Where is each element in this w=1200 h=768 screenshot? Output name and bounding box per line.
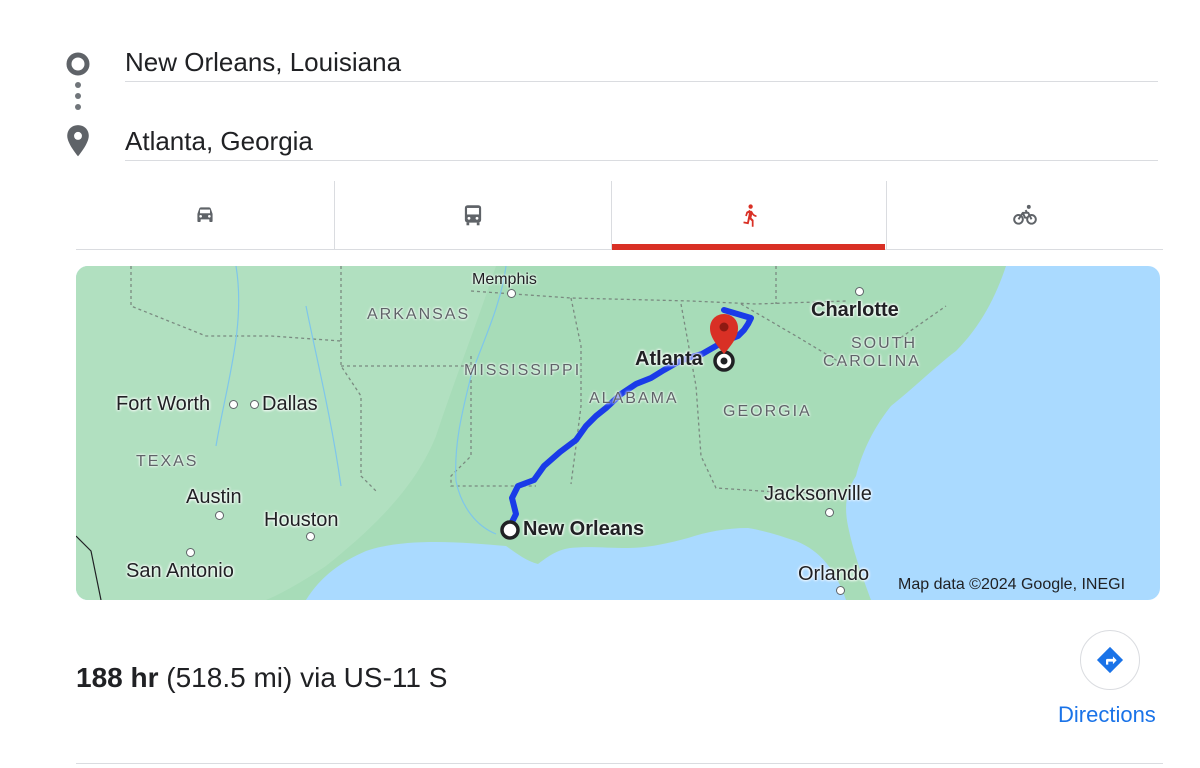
tab-transit[interactable] (333, 181, 611, 249)
map-label-atlanta: Atlanta (635, 348, 703, 370)
map-base (76, 266, 1006, 600)
map-label-arkansas: ARKANSAS (367, 306, 471, 323)
map-label-houston: Houston (264, 509, 339, 531)
map-attribution: Map data ©2024 Google, INEGI (898, 576, 1126, 593)
origin-input[interactable]: New Orleans, Louisiana (125, 43, 1158, 82)
map-label-orlando: Orlando (798, 563, 870, 585)
map-label-mississippi: MISSISSIPPI (464, 362, 582, 379)
turn-right-arrow-icon (1096, 646, 1124, 674)
bike-icon (1013, 204, 1037, 225)
map-label-jacksonville: Jacksonville (764, 483, 872, 505)
route-map[interactable]: Memphis Charlotte ARKANSAS SOUTH CAROLIN… (76, 266, 1160, 600)
travel-mode-tabs (76, 181, 1163, 250)
bus-icon (464, 205, 481, 226)
map-label-new-orleans: New Orleans (523, 518, 645, 540)
origin-circle-icon (66, 52, 90, 76)
route-details: (518.5 mi) via US-11 S (166, 662, 448, 693)
destination-pin-icon (67, 125, 89, 157)
directions-button[interactable] (1080, 630, 1140, 690)
map-label-san-antonio: San Antonio (126, 560, 234, 582)
map-label-fort-worth: Fort Worth (116, 393, 211, 415)
destination-input[interactable]: Atlanta, Georgia (125, 122, 1158, 161)
map-label-charlotte: Charlotte (811, 299, 899, 321)
car-icon (197, 207, 213, 223)
map-label-south: SOUTH (851, 335, 917, 352)
tab-walking[interactable] (610, 181, 887, 250)
map-label-austin: Austin (186, 486, 242, 508)
map-label-texas: TEXAS (136, 453, 199, 470)
tab-cycling[interactable] (886, 181, 1163, 249)
walk-icon (743, 204, 757, 227)
map-label-alabama: ALABAMA (589, 390, 679, 407)
map-label-georgia: GEORGIA (723, 403, 812, 420)
route-duration: 188 hr (76, 662, 159, 693)
map-label-memphis: Memphis (472, 271, 537, 288)
directions-link[interactable]: Directions (1058, 702, 1156, 728)
tab-driving[interactable] (76, 181, 334, 249)
route-connector-dots (74, 82, 82, 118)
divider (76, 763, 1163, 764)
route-inputs: New Orleans, Louisiana Atlanta, Georgia (0, 0, 1200, 170)
route-summary: 188 hr (518.5 mi) via US-11 S (76, 662, 447, 694)
map-label-dallas: Dallas (262, 393, 318, 415)
map-label-carolina: CAROLINA (823, 353, 921, 370)
